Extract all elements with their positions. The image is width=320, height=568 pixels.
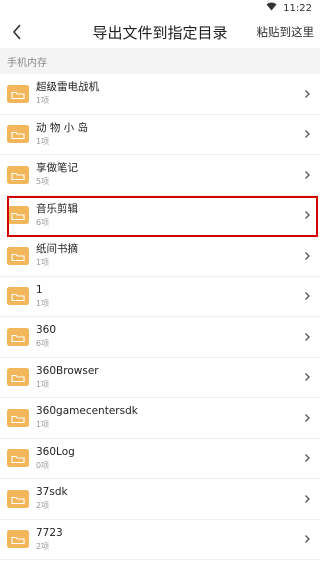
folder-row[interactable]: 360gamecentersdk 1项 [0,398,320,439]
folder-name: 超级雷电战机 [36,81,99,94]
status-time: 11:22 [283,2,312,14]
folder-icon [7,206,29,225]
folder-name: 音乐剪辑 [36,202,78,215]
folder-item-count: 1项 [36,136,50,146]
folder-icon [7,489,29,508]
folder-icon [7,327,29,346]
chevron-right-icon [305,454,310,463]
chevron-right-icon [305,332,310,341]
wifi-icon [266,2,277,14]
folder-icon [7,246,29,265]
back-button[interactable] [2,17,32,47]
folder-name: 纸间书摘 [36,243,78,256]
folder-icon [7,84,29,103]
chevron-right-icon [305,251,310,260]
chevron-right-icon [305,130,310,139]
folder-name: 享做笔记 [36,162,78,175]
back-arrow-icon [12,24,21,40]
folder-row[interactable]: 动 物 小 岛 1项 [0,115,320,155]
folder-name: 1 [36,283,43,296]
folder-name: 7723 [36,526,63,539]
folder-row[interactable]: 超级雷电战机 1项 [0,74,320,115]
folder-icon [7,449,29,468]
folder-name: 37sdk [36,486,68,499]
folder-row[interactable]: 纸间书摘 1项 [0,236,320,277]
folder-item-count: 1项 [36,258,50,268]
folder-item-count: 1项 [36,379,50,389]
chevron-right-icon [305,535,310,544]
folder-name: 360Log [36,445,75,458]
folder-row[interactable]: 音乐剪辑 6项 [0,195,320,237]
folder-name: 360 [36,324,57,337]
folder-item-count: 0项 [36,460,50,470]
folder-list: 超级雷电战机 1项动 物 小 岛 1项 享做笔记 5项 音乐剪辑 6项 纸间书摘 1项 1 1项 36… [0,74,320,560]
folder-name: 360Browser [36,364,99,377]
folder-row[interactable]: 360Log 0项 [0,439,320,479]
chevron-right-icon [305,373,310,382]
folder-icon [7,530,29,549]
chevron-right-icon [305,211,310,220]
folder-row[interactable]: 360Browser 1项 [0,358,320,398]
folder-item-count: 1项 [36,420,50,430]
folder-item-count: 6项 [36,339,50,349]
chevron-right-icon [305,494,310,503]
chevron-right-icon [305,89,310,98]
folder-icon [7,165,29,184]
status-bar: 11:22 [0,0,320,16]
folder-item-count: 1项 [36,96,50,106]
chevron-right-icon [305,170,310,179]
folder-row[interactable]: 37sdk 2项 [0,479,320,520]
folder-icon [7,125,29,144]
folder-name: 360gamecentersdk [36,405,138,418]
storage-section-label: 手机内存 [0,48,320,74]
folder-row[interactable]: 7723 2项 [0,520,320,560]
folder-row[interactable]: 360 6项 [0,317,320,358]
folder-item-count: 2项 [36,501,50,511]
folder-icon [7,368,29,387]
folder-item-count: 6项 [36,217,50,227]
chevron-right-icon [305,413,310,422]
paste-here-button[interactable]: 粘贴到这里 [257,24,315,40]
folder-row[interactable]: 1 1项 [0,277,320,317]
folder-name: 动 物 小 岛 [36,121,89,134]
header: 导出文件到指定目录 粘贴到这里 [0,16,320,48]
folder-row[interactable]: 享做笔记 5项 [0,155,320,196]
folder-icon [7,287,29,306]
chevron-right-icon [305,292,310,301]
folder-icon [7,408,29,427]
folder-item-count: 1项 [36,298,50,308]
folder-item-count: 5项 [36,177,50,187]
folder-item-count: 2项 [36,541,50,551]
